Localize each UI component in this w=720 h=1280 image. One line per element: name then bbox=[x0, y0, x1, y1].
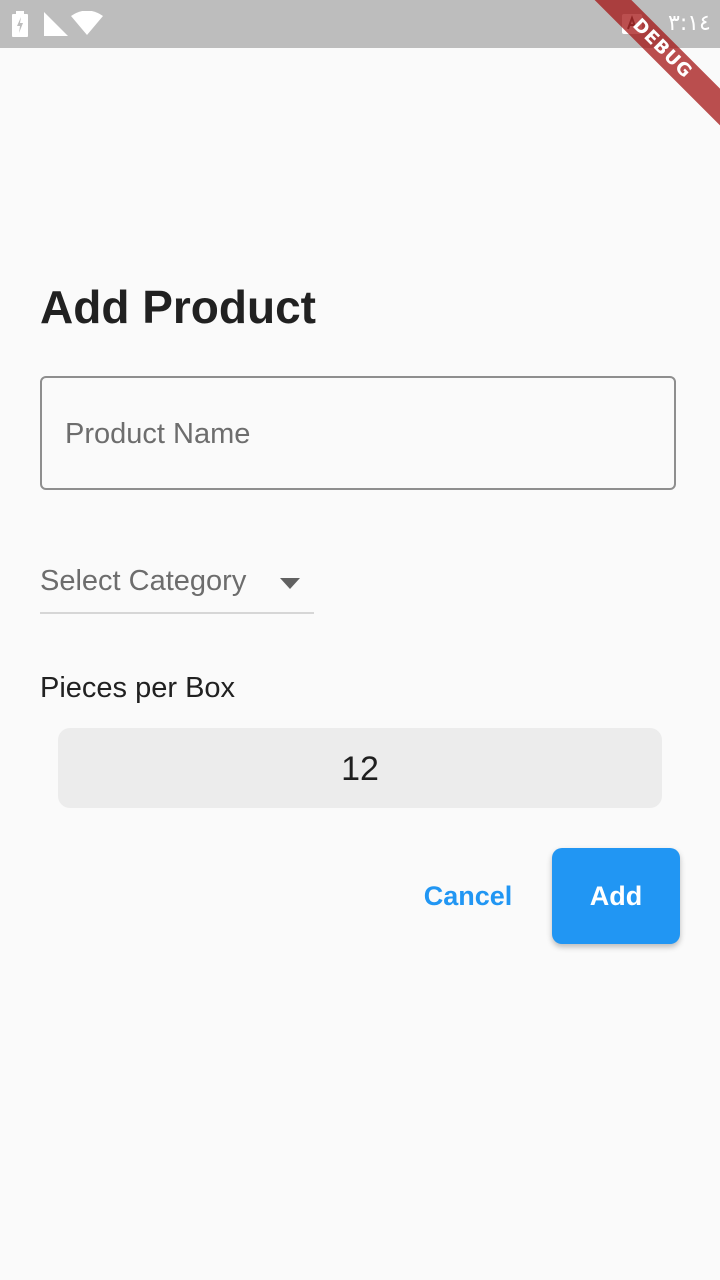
battery-charging-icon bbox=[12, 11, 28, 37]
signal-icon bbox=[44, 12, 68, 36]
clock: ٣:١٤ bbox=[668, 11, 711, 36]
product-name-input[interactable]: Product Name bbox=[40, 376, 676, 490]
keyboard-icon bbox=[622, 14, 642, 34]
chevron-down-icon bbox=[280, 578, 300, 589]
pieces-per-box-label: Pieces per Box bbox=[40, 672, 236, 704]
cancel-button[interactable]: Cancel bbox=[404, 854, 532, 938]
add-button[interactable]: Add bbox=[552, 848, 680, 944]
category-placeholder: Select Category bbox=[40, 565, 247, 597]
status-bar: ٣:١٤ bbox=[0, 0, 720, 48]
category-dropdown[interactable]: Select Category bbox=[40, 556, 314, 614]
product-name-placeholder: Product Name bbox=[65, 418, 251, 450]
pieces-per-box-input[interactable]: 12 bbox=[58, 728, 662, 808]
wifi-icon bbox=[71, 11, 103, 35]
page-title: Add Product bbox=[40, 281, 316, 333]
pieces-per-box-value: 12 bbox=[341, 750, 379, 788]
